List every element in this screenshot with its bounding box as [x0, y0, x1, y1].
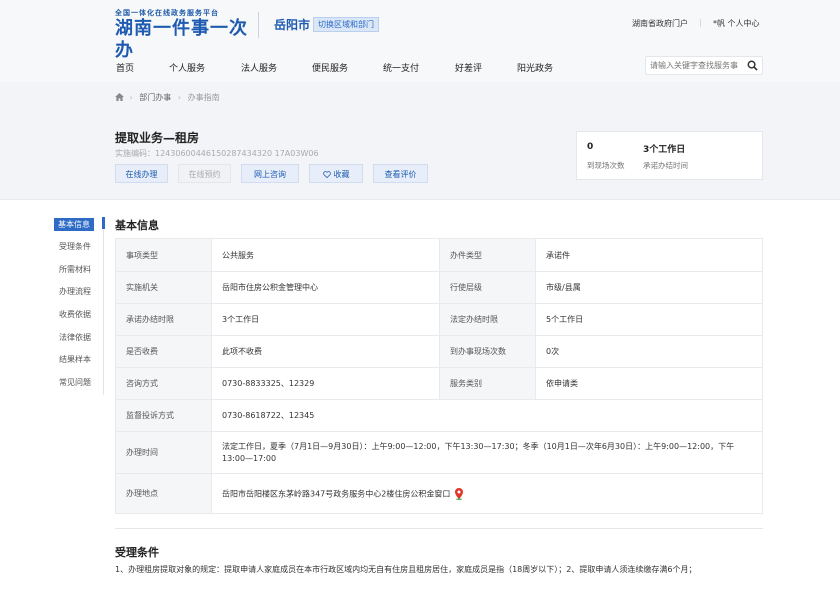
table-row: 是否收费 此项不收费 到办事现场次数 0次: [115, 335, 763, 368]
breadcrumb-separator: ›: [177, 93, 182, 102]
sidebar-item-result-sample[interactable]: 结果样本: [59, 354, 91, 365]
logo-brand: 湖南一件事一次办: [115, 18, 248, 61]
table-row: 咨询方式 0730-8833325、12329 服务类别 依申请类: [115, 367, 763, 400]
breadcrumb-current: 办事指南: [187, 93, 220, 102]
nav-review[interactable]: 好差评: [455, 61, 482, 74]
promise-time-value: 3个工作日: [643, 145, 686, 155]
sidebar-active-marker: [102, 217, 105, 229]
favorite-label: 收藏: [333, 170, 350, 179]
search-input[interactable]: [650, 59, 744, 72]
heart-icon: [322, 171, 331, 179]
cell-value: 岳阳市住房公积金管理中心: [211, 271, 440, 304]
nav-home[interactable]: 首页: [116, 61, 134, 74]
search-icon[interactable]: [747, 60, 758, 71]
sidebar-item-basic-info[interactable]: 基本信息: [54, 218, 94, 231]
cell-value: 5个工作日: [535, 303, 763, 336]
basic-info-table: 事项类型 公共服务 办件类型 承诺件 实施机关 岳阳市住房公积金管理中心 行使层…: [115, 238, 763, 514]
table-row: 承诺办结时限 3个工作日 法定办结时限 5个工作日: [115, 303, 763, 336]
breadcrumb: › 部门办事 › 办事指南: [115, 92, 224, 103]
table-row: 办理地点 岳阳市岳阳楼区东茅岭路347号政务服务中心2楼住房公积金窗口: [115, 473, 763, 514]
cell-label: 办理地点: [115, 473, 212, 514]
cell-label: 办件类型: [439, 238, 536, 272]
cell-value: 依申请类: [535, 367, 763, 400]
sidebar-item-legal-basis[interactable]: 法律依据: [59, 332, 91, 343]
map-pin-icon[interactable]: [454, 487, 464, 500]
implementation-code: 实施编码：12430600446150287434320 17A03W06: [115, 149, 319, 158]
cell-value: 0730-8833325、12329: [211, 367, 440, 400]
cell-label: 事项类型: [115, 238, 212, 272]
table-row: 监督投诉方式 0730-8618722、12345: [115, 399, 763, 432]
top-divider: |: [699, 18, 702, 27]
cell-value: 公共服务: [211, 238, 440, 272]
cell-label: 承诺办结时限: [115, 303, 212, 336]
user-center-link[interactable]: *帆 个人中心: [713, 18, 760, 29]
table-row: 实施机关 岳阳市住房公积金管理中心 行使层级 市级/县属: [115, 271, 763, 304]
city-name: 岳阳市: [274, 18, 311, 32]
sidebar-item-fee-basis[interactable]: 收费依据: [59, 309, 91, 320]
section-divider: [115, 528, 763, 529]
switch-region-button[interactable]: 切换区域和部门: [313, 17, 379, 32]
nav-payment[interactable]: 统一支付: [383, 61, 419, 74]
cell-label: 办理时间: [115, 431, 212, 474]
nav-convenience[interactable]: 便民服务: [312, 61, 348, 74]
cell-value: 承诺件: [535, 238, 763, 272]
sidebar-item-conditions[interactable]: 受理条件: [59, 241, 91, 252]
view-review-button[interactable]: 查看评价: [373, 164, 428, 183]
breadcrumb-separator: ›: [129, 93, 133, 102]
conditions-text: 1、办理租房提取对象的规定：提取申请人家庭成员在本市行政区域内均无自有住房且租房…: [115, 565, 697, 574]
address-value: 岳阳市岳阳楼区东茅岭路347号政务服务中心2楼住房公积金窗口: [222, 489, 451, 498]
top-header: 全国一体化在线政务服务平台 湖南一件事一次办 岳阳市 切换区域和部门 湖南省政府…: [0, 0, 840, 82]
site-logo[interactable]: 全国一体化在线政务服务平台 湖南一件事一次办: [115, 8, 249, 61]
cell-value: 3个工作日: [211, 303, 440, 336]
cell-value: 法定工作日，夏季（7月1日—9月30日）：上午9:00—12:00，下午13:3…: [211, 431, 763, 474]
cell-value: 0730-8618722、12345: [211, 399, 763, 432]
visits-label: 到现场次数: [587, 161, 625, 170]
gov-portal-link[interactable]: 湖南省政府门户: [632, 18, 688, 29]
sidebar-item-materials[interactable]: 所需材料: [59, 264, 91, 275]
cell-label: 行使层级: [439, 271, 536, 304]
cell-value: 此项不收费: [211, 335, 440, 368]
address-cell: 岳阳市岳阳楼区东茅岭路347号政务服务中心2楼住房公积金窗口: [211, 473, 763, 514]
visits-value: 0: [587, 142, 594, 152]
online-consult-button[interactable]: 网上咨询: [241, 164, 299, 183]
home-icon[interactable]: [115, 93, 124, 101]
search-box: [645, 56, 763, 75]
nav-personal[interactable]: 个人服务: [169, 61, 205, 74]
cell-label: 法定办结时限: [439, 303, 536, 336]
cell-label: 服务类别: [439, 367, 536, 400]
sidebar-item-faq[interactable]: 常见问题: [59, 377, 91, 388]
nav-corporate[interactable]: 法人服务: [241, 61, 277, 74]
cell-label: 监督投诉方式: [115, 399, 212, 432]
logo-slogan: 全国一体化在线政务服务平台: [115, 9, 219, 17]
cell-value: 市级/县属: [535, 271, 763, 304]
section-heading-conditions: 受理条件: [115, 546, 159, 559]
favorite-button[interactable]: 收藏: [309, 164, 363, 183]
table-row: 办理时间 法定工作日，夏季（7月1日—9月30日）：上午9:00—12:00，下…: [115, 431, 763, 474]
online-handle-button[interactable]: 在线办理: [115, 164, 168, 183]
promise-time-label: 承诺办结时间: [643, 161, 688, 170]
cell-label: 是否收费: [115, 335, 212, 368]
header-divider: [258, 12, 259, 38]
nav-sunshine[interactable]: 阳光政务: [517, 61, 553, 74]
cell-label: 咨询方式: [115, 367, 212, 400]
cell-label: 实施机关: [115, 271, 212, 304]
breadcrumb-dept[interactable]: 部门办事: [139, 93, 171, 102]
cell-value: 0次: [535, 335, 763, 368]
section-heading-basic: 基本信息: [115, 219, 159, 232]
table-row: 事项类型 公共服务 办件类型 承诺件: [115, 238, 763, 272]
cell-label: 到办事现场次数: [439, 335, 536, 368]
page-title: 提取业务—租房: [115, 131, 200, 145]
sidebar-item-process[interactable]: 办理流程: [59, 286, 91, 297]
sidebar-track: [103, 217, 104, 395]
online-booking-button[interactable]: 在线预约: [178, 164, 231, 183]
stats-panel: 0 到现场次数 3个工作日 承诺办结时间: [576, 131, 763, 180]
